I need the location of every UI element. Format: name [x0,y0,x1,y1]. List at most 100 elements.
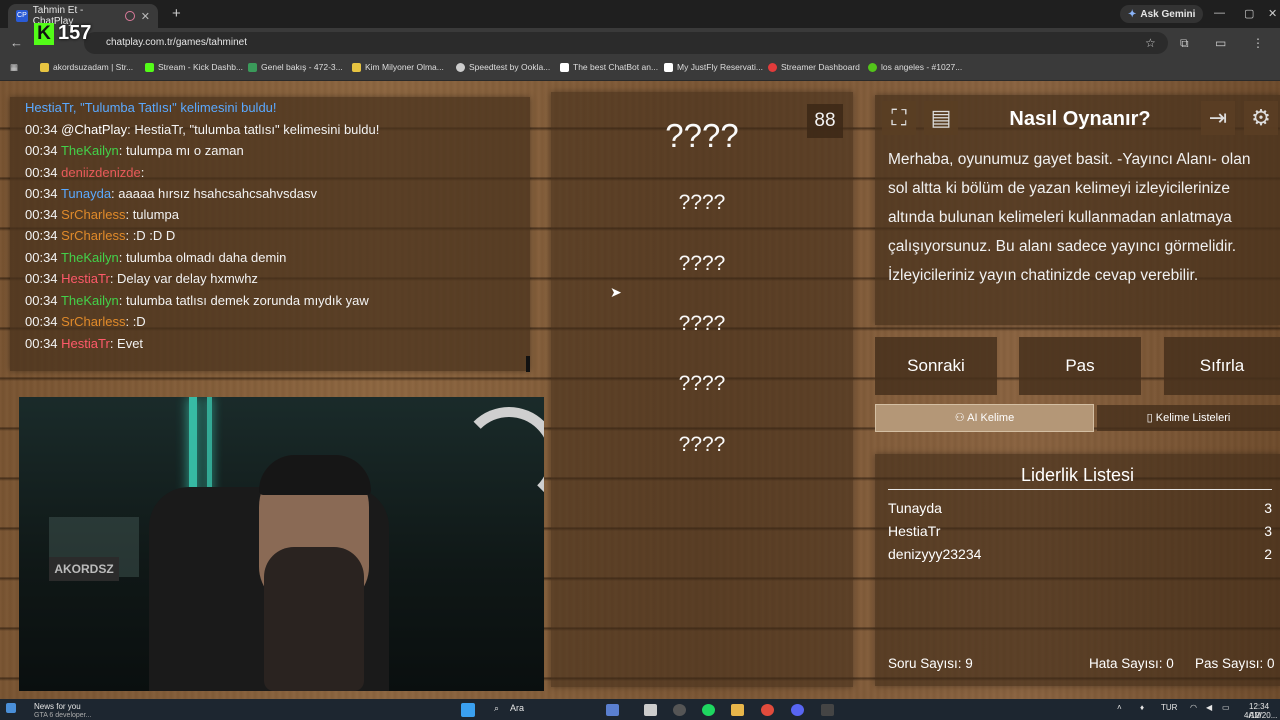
sidepanel-icon[interactable]: ▭ [1215,36,1226,50]
chatplay-favicon-icon: CP [16,10,28,22]
chat-time: 00:34 [25,207,58,222]
news-icon [6,703,16,713]
spotify-icon[interactable] [702,704,715,716]
app-icon[interactable] [673,704,686,716]
extensions-icon[interactable]: ⧉ [1180,36,1189,51]
leaderboard-divider [888,489,1272,490]
app-icon[interactable] [606,704,619,716]
akordsz-sign: AKORDSZ [49,557,119,581]
chrome-icon[interactable] [761,704,774,716]
discord-icon[interactable] [791,704,804,716]
chat-text: : tulumpa mı o zaman [118,143,244,158]
settings-gear-icon[interactable]: ⚙ [1244,101,1278,135]
hidden-word: ???? [678,433,726,456]
hidden-word: ???? [678,252,726,275]
bookmark-item[interactable]: The best ChatBot an... [560,62,658,72]
chat-text: : tulumba tatlısı demek zorunda mıydık y… [118,293,369,308]
how-to-play-title: Nasıl Oynanır? [1009,108,1151,130]
hidden-word: ???? [678,312,726,335]
chat-text: : tulumba olmadı daha demin [118,250,287,265]
leaderboard-row: Tunayda 3 [888,500,1272,516]
chat-username[interactable]: SrCharless [61,207,125,222]
chat-scrollbar[interactable] [526,356,530,372]
chat-message: 00:34 @ChatPlay: HestiaTr, "tulumba tatl… [25,122,379,137]
chat-time: 00:34 [25,293,58,308]
next-button[interactable]: Sonraki [875,337,997,395]
bookmark-item[interactable]: My JustFly Reservati... [664,62,763,72]
bookmark-item[interactable]: Stream - Kick Dashb... [145,62,243,72]
chat-time: 00:34 [25,228,58,243]
kick-logo-icon: K [34,22,54,45]
fullscreen-icon[interactable]: ⛶ [882,101,916,135]
chat-username[interactable]: HestiaTr [61,336,110,351]
new-tab-button[interactable]: + [172,5,181,22]
volume-icon[interactable]: ◀ [1206,703,1212,712]
kick-viewer-count: 157 [58,22,92,44]
chat-header: HestiaTr, "Tulumba Tatlısı" kelimesini b… [25,100,277,115]
chevron-up-icon[interactable]: ˄ [1117,703,1122,712]
bookmark-item[interactable]: akordsuzadam | Str... [40,62,133,72]
back-arrow-icon[interactable]: ← [10,35,23,50]
gemini-icon: ✦ [1128,8,1137,20]
error-count: Hata Sayısı: 0 [1089,656,1174,671]
bookmark-item[interactable]: Streamer Dashboard [768,62,860,72]
apps-grid-icon[interactable]: ▦ [10,62,18,73]
chat-username[interactable]: SrCharless [61,314,125,329]
chat-text: : [140,165,145,180]
news-subtitle: GTA 6 developer... [34,712,92,719]
close-tab-icon[interactable]: ✕ [141,10,150,23]
bookmark-item[interactable]: los angeles - #1027... [868,62,962,72]
close-window-icon[interactable]: ✕ [1268,7,1277,20]
word-lists-tab[interactable]: ▯ Kelime Listeleri [1097,405,1280,431]
minimize-icon[interactable]: — [1214,7,1225,19]
maximize-icon[interactable]: ▢ [1244,7,1254,20]
language-indicator[interactable]: TUR [1161,703,1177,712]
chat-username[interactable]: TheKailyn [61,143,119,158]
chat-username[interactable]: TheKailyn [61,250,119,265]
chat-time: 00:34 [25,186,58,201]
chat-time: 00:34 [25,314,58,329]
ask-gemini-button[interactable]: ✦ Ask Gemini [1120,5,1204,23]
chat-time: 00:34 [25,165,58,180]
how-to-play-panel: ⛶ ▤ Nasıl Oynanır? ⇥ ⚙ Merhaba, oyunumuz… [875,95,1280,325]
bookmark-item[interactable]: Kim Milyoner Olma... [352,62,444,72]
bookmark-item[interactable]: Speedtest by Ookla... [456,62,550,72]
chat-username[interactable]: Tunayda [61,186,111,201]
list-icon: ▯ [1146,412,1156,424]
pass-button[interactable]: Pas [1019,337,1141,395]
ai-word-tab[interactable]: ⚇ AI Kelime [875,404,1094,432]
app-icon[interactable] [644,704,657,716]
news-title[interactable]: News for you [34,702,81,711]
main-word-hidden: ???? [665,117,739,154]
taskbar-search[interactable]: Ara [510,703,524,713]
browser-tab-bar: CP Tahmin Et - ChatPlay ✕ + ✦ Ask Gemini … [0,0,1280,28]
chat-username[interactable]: @ChatPlay [61,122,127,137]
bookmarks-bar: ▦ akordsuzadam | Str... Stream - Kick Da… [0,58,1280,81]
chat-username[interactable]: HestiaTr [61,271,110,286]
hidden-word: ???? [678,372,726,395]
game-board: 88 ???? ???? ???? ???? ???? ???? [551,92,853,687]
wifi-icon[interactable]: ◠ [1190,703,1197,712]
menu-dots-icon[interactable]: ⋮ [1252,36,1264,50]
bookmark-item[interactable]: Genel bakış - 472-3... [248,62,343,72]
chat-username[interactable]: deniizdenizde [61,165,141,180]
chat-username[interactable]: TheKailyn [61,293,119,308]
file-explorer-icon[interactable] [731,704,744,716]
reset-button[interactable]: Sıfırla [1164,337,1280,395]
ai-icon: ⚇ [954,412,968,424]
windows-start-icon[interactable] [461,703,475,717]
chat-message: 00:34 Tunayda: aaaaa hırsız hsahcsahcsah… [25,186,317,201]
chat-text: : Evet [109,336,144,351]
recording-icon [124,11,135,21]
windows-taskbar: News for you GTA 6 developer... ⌕ Ara ˄ … [0,699,1280,720]
exit-icon[interactable]: ⇥ [1201,101,1235,135]
leaderboard-panel: Liderlik Listesi Tunayda 3 HestiaTr 3 deni… [875,454,1280,686]
bookmark-star-icon[interactable]: ☆ [1145,36,1156,50]
document-icon[interactable]: ▤ [924,101,958,135]
chat-username[interactable]: SrCharless [61,228,125,243]
pass-count: Pas Sayısı: 0 [1195,656,1275,671]
battery-icon[interactable]: ▭ [1222,703,1230,712]
app-icon[interactable] [821,704,834,716]
address-bar[interactable]: chatplay.com.tr/games/tahminet [84,32,1168,54]
microphone-icon[interactable]: ♦ [1140,703,1144,712]
